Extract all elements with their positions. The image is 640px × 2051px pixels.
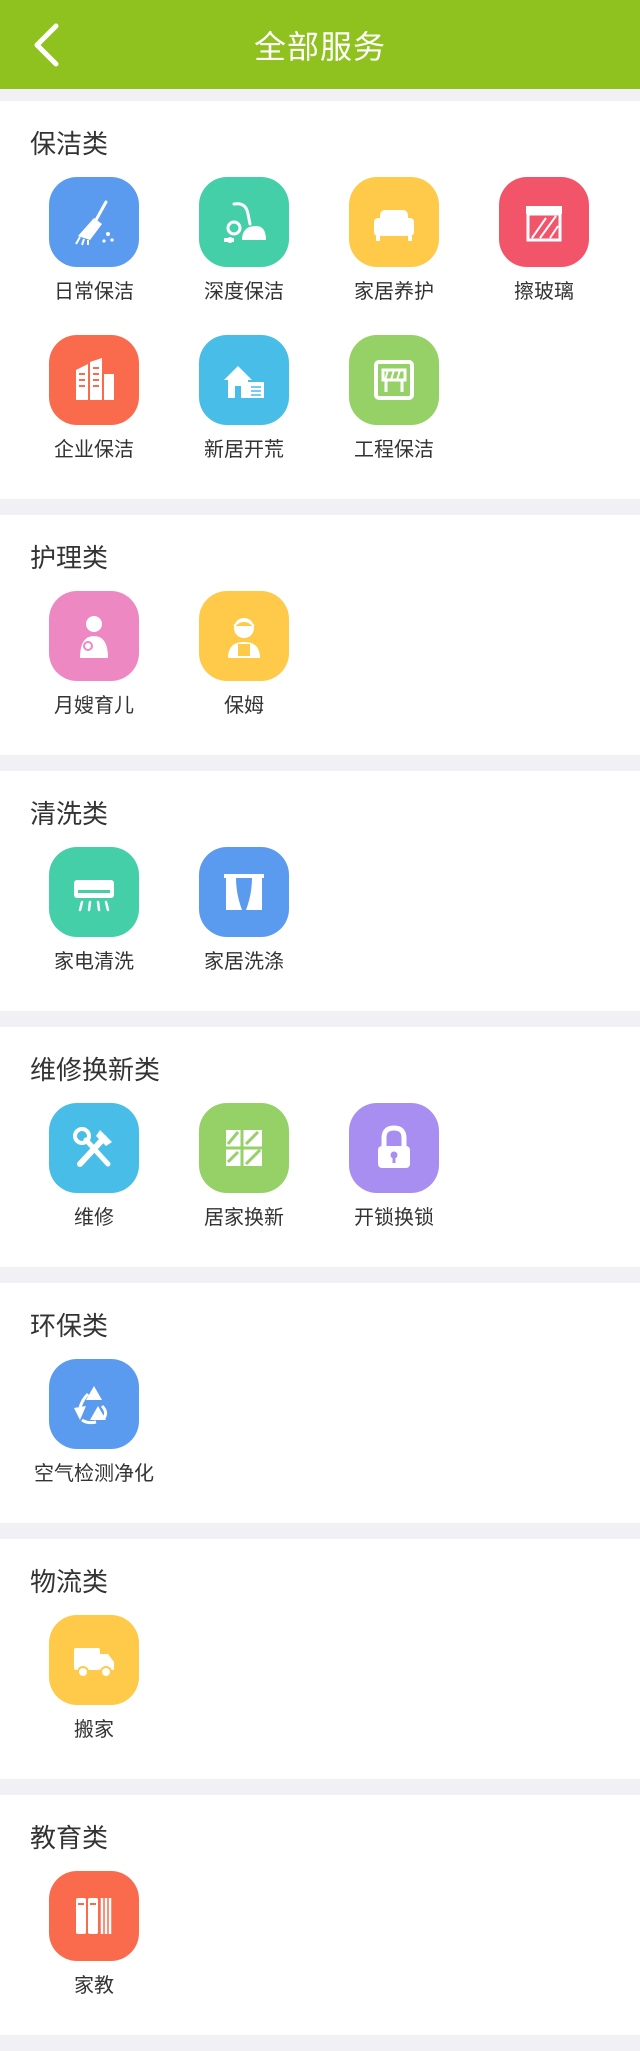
construction-icon bbox=[349, 335, 439, 425]
service-label: 家电清洗 bbox=[54, 949, 134, 973]
service-label: 新居开荒 bbox=[204, 437, 284, 461]
service-item[interactable]: 维修 bbox=[19, 1103, 169, 1261]
mother-baby-icon bbox=[49, 591, 139, 681]
service-item[interactable]: 空气检测净化 bbox=[19, 1359, 169, 1517]
service-item[interactable]: 家电清洗 bbox=[19, 847, 169, 1005]
service-label: 搬家 bbox=[74, 1717, 114, 1741]
tools-icon bbox=[49, 1103, 139, 1193]
section-title: 物流类 bbox=[30, 1568, 109, 1598]
air-conditioner-icon bbox=[49, 847, 139, 937]
service-section: 教育类 家教 bbox=[0, 1795, 640, 2035]
sofa-icon bbox=[349, 177, 439, 267]
window-icon bbox=[499, 177, 589, 267]
service-label: 家居洗涤 bbox=[204, 949, 284, 973]
service-grid: 月嫂育儿 保姆 bbox=[0, 579, 640, 749]
service-item[interactable]: 家教 bbox=[19, 1871, 169, 2029]
section-title: 清洗类 bbox=[30, 800, 109, 830]
service-label: 空气检测净化 bbox=[34, 1461, 154, 1485]
service-item[interactable]: 家居养护 bbox=[319, 177, 469, 335]
app-header: 全部服务 bbox=[0, 0, 640, 89]
building-icon bbox=[49, 335, 139, 425]
service-sections: 保洁类 日常保洁 深度保洁 家居养护 擦玻璃 企业保洁 新居开荒 工程保洁 护理类… bbox=[0, 101, 640, 2051]
service-item[interactable]: 家居洗涤 bbox=[169, 847, 319, 1005]
service-label: 深度保洁 bbox=[204, 279, 284, 303]
service-item[interactable]: 日常保洁 bbox=[19, 177, 169, 335]
service-grid: 家教 bbox=[0, 1859, 640, 2029]
section-title: 保洁类 bbox=[30, 130, 109, 160]
back-button[interactable] bbox=[26, 22, 66, 68]
service-grid: 日常保洁 深度保洁 家居养护 擦玻璃 企业保洁 新居开荒 工程保洁 bbox=[0, 165, 640, 493]
service-label: 企业保洁 bbox=[54, 437, 134, 461]
service-grid: 空气检测净化 bbox=[0, 1347, 640, 1517]
service-section: 物流类 搬家 bbox=[0, 1539, 640, 1779]
books-icon bbox=[49, 1871, 139, 1961]
service-label: 工程保洁 bbox=[354, 437, 434, 461]
broom-icon bbox=[49, 177, 139, 267]
service-item[interactable]: 企业保洁 bbox=[19, 335, 169, 493]
service-grid: 搬家 bbox=[0, 1603, 640, 1773]
service-section: 保洁类 日常保洁 深度保洁 家居养护 擦玻璃 企业保洁 新居开荒 工程保洁 bbox=[0, 101, 640, 499]
service-section: 环保类 空气检测净化 bbox=[0, 1283, 640, 1523]
service-label: 家教 bbox=[74, 1973, 114, 1997]
service-item[interactable]: 擦玻璃 bbox=[469, 177, 619, 335]
service-item[interactable]: 保姆 bbox=[169, 591, 319, 749]
service-item[interactable]: 居家换新 bbox=[169, 1103, 319, 1261]
service-label: 家居养护 bbox=[354, 279, 434, 303]
section-title: 教育类 bbox=[30, 1824, 109, 1854]
service-section: 护理类 月嫂育儿 保姆 bbox=[0, 515, 640, 755]
section-title: 维修换新类 bbox=[30, 1056, 161, 1086]
service-label: 保姆 bbox=[224, 693, 264, 717]
service-label: 居家换新 bbox=[204, 1205, 284, 1229]
service-label: 擦玻璃 bbox=[514, 279, 574, 303]
section-title: 护理类 bbox=[30, 544, 109, 574]
glass-pane-icon bbox=[199, 1103, 289, 1193]
service-item[interactable]: 月嫂育儿 bbox=[19, 591, 169, 749]
lock-icon bbox=[349, 1103, 439, 1193]
page-title: 全部服务 bbox=[253, 27, 386, 66]
section-title: 环保类 bbox=[30, 1312, 109, 1342]
house-icon bbox=[199, 335, 289, 425]
service-label: 维修 bbox=[74, 1205, 114, 1229]
service-label: 月嫂育儿 bbox=[54, 693, 134, 717]
service-label: 开锁换锁 bbox=[354, 1205, 434, 1229]
service-item[interactable]: 新居开荒 bbox=[169, 335, 319, 493]
service-item[interactable]: 工程保洁 bbox=[319, 335, 469, 493]
service-item[interactable]: 开锁换锁 bbox=[319, 1103, 469, 1261]
service-grid: 维修 居家换新 开锁换锁 bbox=[0, 1091, 640, 1261]
service-label: 日常保洁 bbox=[54, 279, 134, 303]
truck-icon bbox=[49, 1615, 139, 1705]
vacuum-icon bbox=[199, 177, 289, 267]
chevron-left-icon bbox=[34, 23, 59, 67]
service-grid: 家电清洗 家居洗涤 bbox=[0, 835, 640, 1005]
service-item[interactable]: 搬家 bbox=[19, 1615, 169, 1773]
nanny-icon bbox=[199, 591, 289, 681]
recycle-icon bbox=[49, 1359, 139, 1449]
service-section: 清洗类 家电清洗 家居洗涤 bbox=[0, 771, 640, 1011]
curtain-icon bbox=[199, 847, 289, 937]
service-item[interactable]: 深度保洁 bbox=[169, 177, 319, 335]
service-section: 维修换新类 维修 居家换新 开锁换锁 bbox=[0, 1027, 640, 1267]
